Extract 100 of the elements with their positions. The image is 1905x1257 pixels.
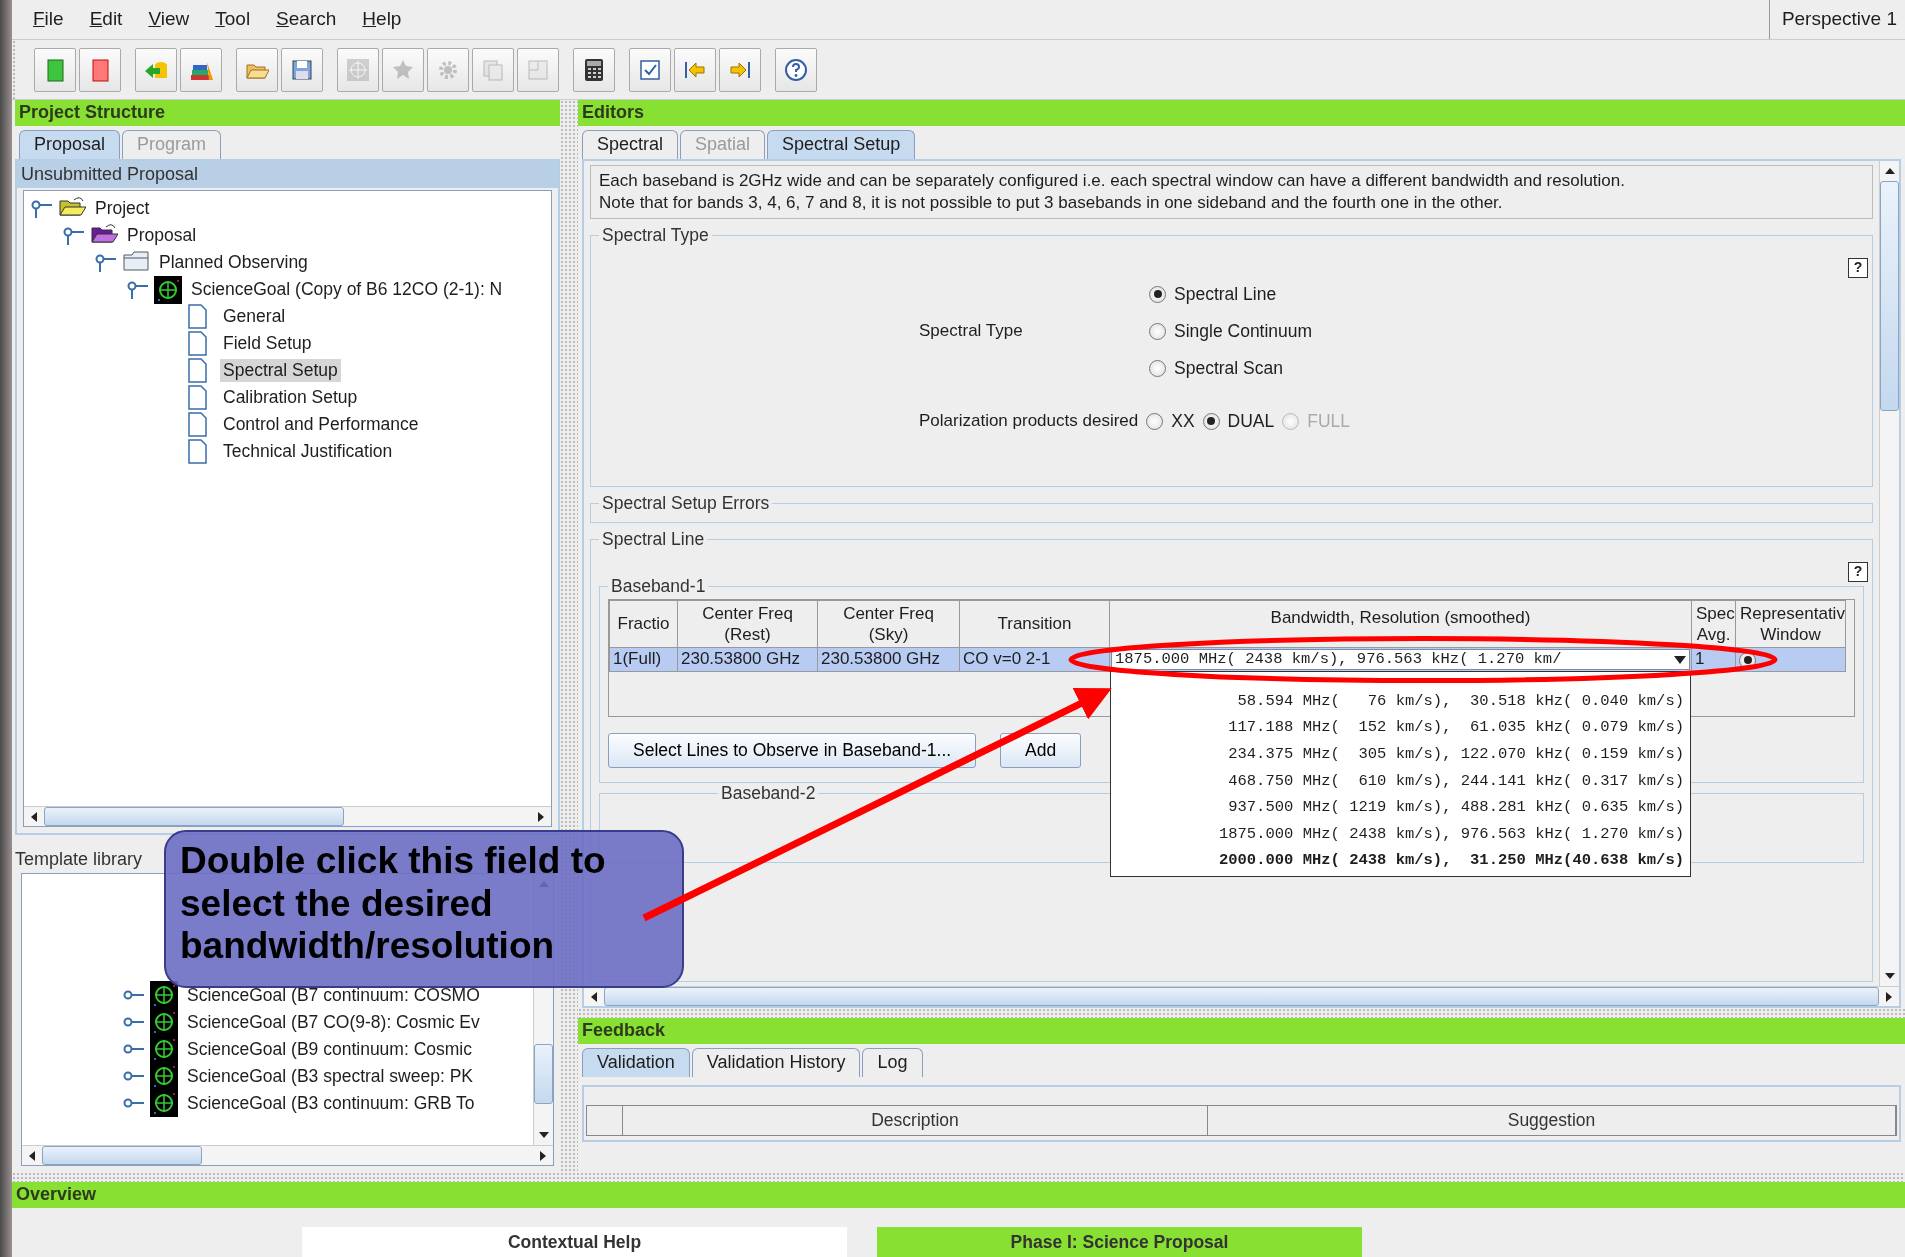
field-label: Polarization products desired xyxy=(919,411,1139,432)
tree-item[interactable]: Proposal xyxy=(124,224,200,248)
tree-item[interactable]: ScienceGoal (B3 continuum: GRB To xyxy=(184,1091,478,1115)
menu-item[interactable]: View xyxy=(135,8,203,31)
scroll-thumb[interactable] xyxy=(1880,180,1899,411)
section-title: Baseband-1 xyxy=(610,575,707,597)
arrow-right-icon[interactable] xyxy=(538,1150,548,1162)
menu-item[interactable]: Tool xyxy=(202,8,264,31)
dropdown-option[interactable]: 2000.000 MHz( 2438 km/s), 31.250 MHz(40.638 km/s) xyxy=(1111,847,1690,875)
section-title: Baseband-2 xyxy=(720,782,817,804)
column-header[interactable]: Center Freq (Sky) xyxy=(817,600,960,648)
target-icon xyxy=(150,1089,178,1118)
horizontal-scrollbar[interactable] xyxy=(22,1145,553,1165)
dropdown-option[interactable]: 468.750 MHz( 610 km/s), 244.141 kHz( 0.317 km/s) xyxy=(1111,767,1690,795)
button[interactable]: Add xyxy=(1000,732,1082,768)
column-header[interactable]: Suggestion xyxy=(1208,1105,1896,1135)
column-header[interactable]: Description xyxy=(623,1105,1208,1135)
radio-label[interactable]: Spectral Scan xyxy=(1174,357,1283,379)
arrow-right-icon[interactable] xyxy=(1884,991,1894,1003)
toolbar-button[interactable] xyxy=(573,47,615,92)
column-header[interactable]: Fractio xyxy=(609,600,678,648)
help-icon xyxy=(784,57,808,82)
dropdown-option[interactable]: 1875.000 MHz( 2438 km/s), 976.563 kHz( 1.270 km/s) xyxy=(1111,820,1690,848)
dropdown-option[interactable]: 937.500 MHz( 1219 km/s), 488.281 kHz( 0.635 km/s) xyxy=(1111,794,1690,821)
radio-label[interactable]: XX xyxy=(1171,410,1195,432)
arrow-left-icon[interactable] xyxy=(27,1150,37,1162)
arrow-left-icon[interactable] xyxy=(29,811,39,823)
tree-item[interactable]: Control and Performance xyxy=(220,413,422,437)
tree-item[interactable]: Planned Observing xyxy=(156,251,311,275)
tree-handle-icon[interactable] xyxy=(30,198,52,219)
panel-header: Editors xyxy=(578,100,1905,126)
target-icon xyxy=(154,275,182,304)
column-header[interactable]: Transition xyxy=(959,600,1110,648)
tree-handle-icon[interactable] xyxy=(62,225,84,246)
callout-tooltip: Double click this field to select the desired bandwidth/resolution xyxy=(164,830,684,988)
status-label: Contextual Help xyxy=(302,1227,847,1257)
calculator-icon xyxy=(582,57,606,82)
column-header[interactable]: Center Freq (Rest) xyxy=(677,600,818,648)
arrow-right-icon[interactable] xyxy=(536,811,546,823)
tab[interactable]: Validation xyxy=(582,1048,690,1077)
help-button[interactable]: ? xyxy=(1848,561,1868,582)
field-label: Spectral Type xyxy=(919,321,1024,342)
tree-handle-icon[interactable] xyxy=(94,252,116,273)
tab[interactable]: Spectral xyxy=(582,130,679,159)
dropdown-option[interactable]: 234.375 MHz( 305 km/s), 122.070 kHz( 0.159 km/s) xyxy=(1111,741,1690,768)
toolbar-button[interactable] xyxy=(180,47,222,92)
tree-item[interactable]: Technical Justification xyxy=(220,440,396,464)
radio-label[interactable]: Spectral Line xyxy=(1174,283,1277,305)
tab[interactable]: Proposal xyxy=(19,130,121,159)
tree-handle-icon[interactable] xyxy=(126,279,148,300)
help-button[interactable]: ? xyxy=(1848,257,1868,278)
info-text: Each baseband is 2GHz wide and can be separately configured i.e. each spectral window can have a different bandwidth and resolution. xyxy=(599,169,1626,192)
tab[interactable]: Validation History xyxy=(691,1048,861,1077)
menu-item[interactable]: Edit xyxy=(76,8,136,31)
tree-item[interactable]: Project xyxy=(92,197,153,221)
bandwidth-dropdown[interactable]: 1875.000 MHz( 2438 km/s), 976.563 kHz( 1.270 km/ xyxy=(1111,649,1690,670)
horizontal-scrollbar[interactable] xyxy=(24,806,551,826)
scroll-thumb[interactable] xyxy=(534,1043,553,1104)
radio-button[interactable] xyxy=(1202,412,1220,430)
menu-item[interactable]: Search xyxy=(263,8,350,31)
menu-item[interactable]: Help xyxy=(349,8,415,31)
tree-item[interactable]: General xyxy=(220,305,289,329)
vertical-scrollbar[interactable] xyxy=(1879,160,1899,986)
column-header[interactable]: Representativ Window xyxy=(1735,600,1846,648)
arrow-left-icon[interactable] xyxy=(589,991,599,1003)
menu-item[interactable]: File xyxy=(20,8,77,31)
horizontal-scrollbar[interactable] xyxy=(584,986,1899,1006)
tree-item[interactable]: ScienceGoal (Copy of B6 12CO (2-1): N xyxy=(188,278,506,302)
dropdown-option[interactable]: 58.594 MHz( 76 km/s), 30.518 kHz( 0.040 km/s) xyxy=(1111,687,1690,715)
status-label: Phase I: Science Proposal xyxy=(877,1227,1362,1257)
radio-button[interactable] xyxy=(1149,322,1166,340)
info-text: Note that for bands 3, 4, 6, 7 and 8, it is not possible to put 3 basebands in one sideband and the fourth one in the other. xyxy=(599,191,1504,214)
checkbox-icon xyxy=(638,57,662,82)
dropdown-list[interactable] xyxy=(1110,670,1691,878)
arrow-down-icon[interactable] xyxy=(1884,971,1896,981)
arrow-down-icon[interactable] xyxy=(538,1130,550,1140)
dropdown-option[interactable]: 117.188 MHz( 152 km/s), 61.035 kHz( 0.079 km/s) xyxy=(1111,714,1690,742)
perspective-label[interactable]: Perspective 1 xyxy=(1768,0,1905,39)
target-icon xyxy=(150,981,178,1010)
tree-item[interactable]: ScienceGoal (B3 spectral sweep: PK xyxy=(184,1064,476,1088)
radio-label[interactable]: Single Continuum xyxy=(1174,320,1313,342)
radio-button[interactable] xyxy=(1149,359,1166,377)
panel-icon xyxy=(526,57,550,82)
panel-header: Feedback xyxy=(578,1018,1905,1044)
section-title: Spectral Type xyxy=(601,224,710,246)
tree-item[interactable]: ScienceGoal (B7 CO(9-8): Cosmic Ev xyxy=(184,1010,483,1034)
tree-item[interactable]: ScienceGoal (B9 continuum: Cosmic xyxy=(184,1037,475,1061)
button[interactable]: Select Lines to Observe in Baseband-1... xyxy=(608,732,977,768)
column-header[interactable]: Spec Avg. xyxy=(1691,600,1736,648)
tree-item[interactable]: Spectral Setup xyxy=(220,359,341,383)
tree-item[interactable]: Field Setup xyxy=(220,332,315,356)
tree-item[interactable]: Calibration Setup xyxy=(220,386,361,410)
tab[interactable]: Spectral Setup xyxy=(767,130,916,159)
radio-button[interactable] xyxy=(1146,412,1164,430)
radio-label[interactable]: DUAL xyxy=(1227,410,1275,432)
tab[interactable]: Log xyxy=(862,1048,923,1077)
section-title: Spectral Line xyxy=(601,528,706,550)
panel-title: Template library xyxy=(15,849,143,871)
radio-button[interactable] xyxy=(1149,285,1166,303)
toolbar-button[interactable] xyxy=(775,47,817,92)
